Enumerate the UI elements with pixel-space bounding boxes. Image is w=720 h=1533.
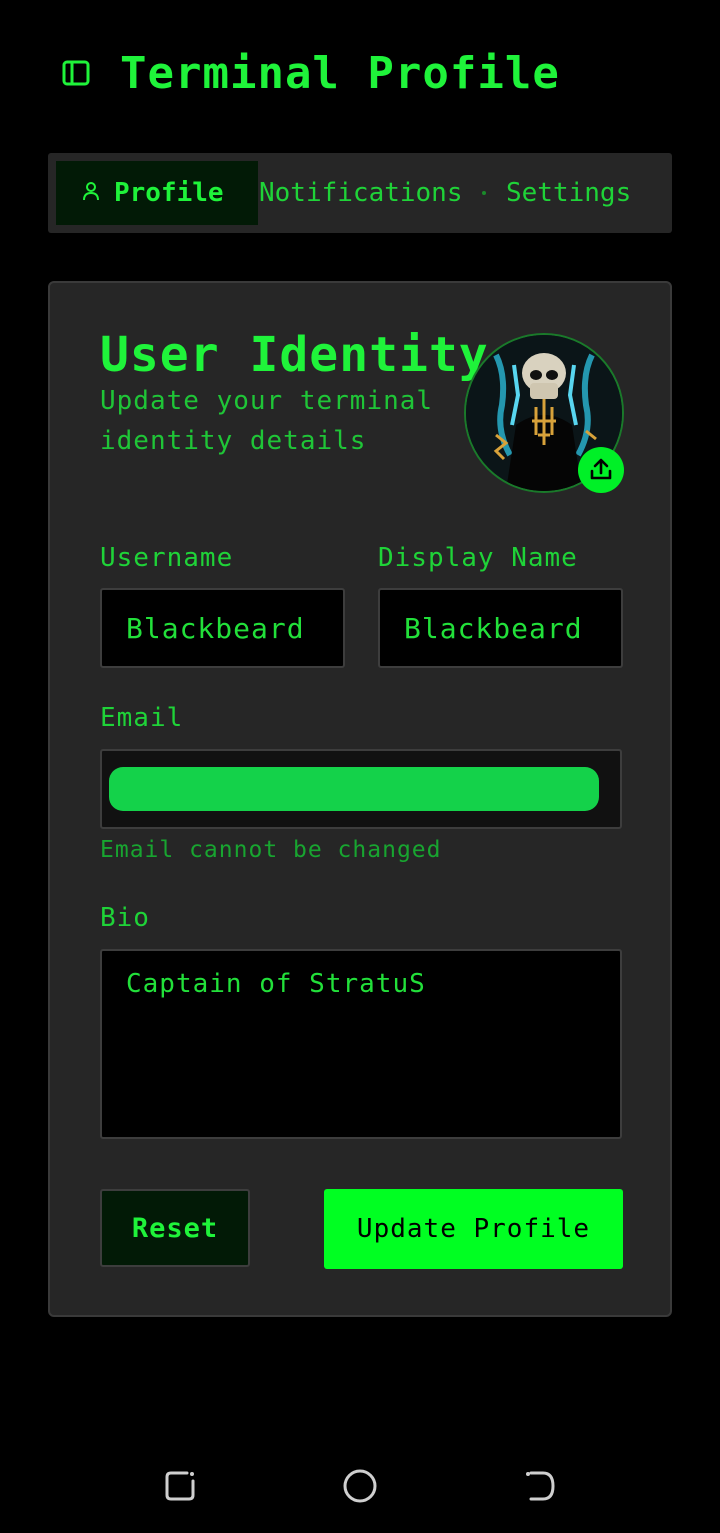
home-circle-icon bbox=[343, 1469, 377, 1503]
bio-label: Bio bbox=[100, 903, 150, 933]
recents-button[interactable] bbox=[158, 1464, 202, 1508]
card-subtitle: Update your terminal identity details bbox=[100, 386, 434, 456]
tab-settings-label: Settings bbox=[506, 178, 632, 208]
email-field bbox=[100, 749, 622, 829]
home-button[interactable] bbox=[338, 1464, 382, 1508]
username-label: Username bbox=[100, 543, 234, 573]
tab-profile-label: Profile bbox=[114, 178, 224, 208]
tab-bar: Profile Notifications Settings bbox=[48, 153, 672, 233]
system-nav-bar bbox=[0, 1440, 720, 1533]
update-profile-button[interactable]: Update Profile bbox=[324, 1189, 623, 1269]
user-icon bbox=[82, 178, 100, 208]
username-input[interactable] bbox=[100, 588, 345, 668]
bio-textarea[interactable]: Captain of StratuS bbox=[100, 949, 622, 1139]
back-icon bbox=[526, 1471, 555, 1501]
card-title: User Identity bbox=[100, 327, 489, 383]
tab-notifications[interactable]: Notifications bbox=[259, 161, 463, 225]
display-name-label: Display Name bbox=[378, 543, 578, 573]
page-title: Terminal Profile bbox=[120, 47, 560, 99]
email-hint: Email cannot be changed bbox=[100, 837, 442, 863]
user-identity-card: User Identity Update your terminal ident… bbox=[48, 281, 672, 1317]
upload-avatar-button[interactable] bbox=[578, 447, 624, 493]
recents-icon bbox=[165, 1471, 195, 1501]
back-button[interactable] bbox=[518, 1464, 562, 1508]
display-name-input[interactable] bbox=[378, 588, 623, 668]
sidebar-panel-icon[interactable] bbox=[62, 59, 90, 87]
app-header: Terminal Profile bbox=[62, 42, 560, 104]
tab-separator bbox=[482, 191, 486, 195]
reset-button[interactable]: Reset bbox=[100, 1189, 250, 1267]
email-redaction-bar bbox=[109, 767, 599, 811]
email-label: Email bbox=[100, 703, 184, 733]
tab-profile[interactable]: Profile bbox=[56, 161, 258, 225]
tab-settings[interactable]: Settings bbox=[506, 161, 631, 225]
upload-icon bbox=[590, 458, 612, 480]
tab-notifications-label: Notifications bbox=[259, 178, 463, 208]
